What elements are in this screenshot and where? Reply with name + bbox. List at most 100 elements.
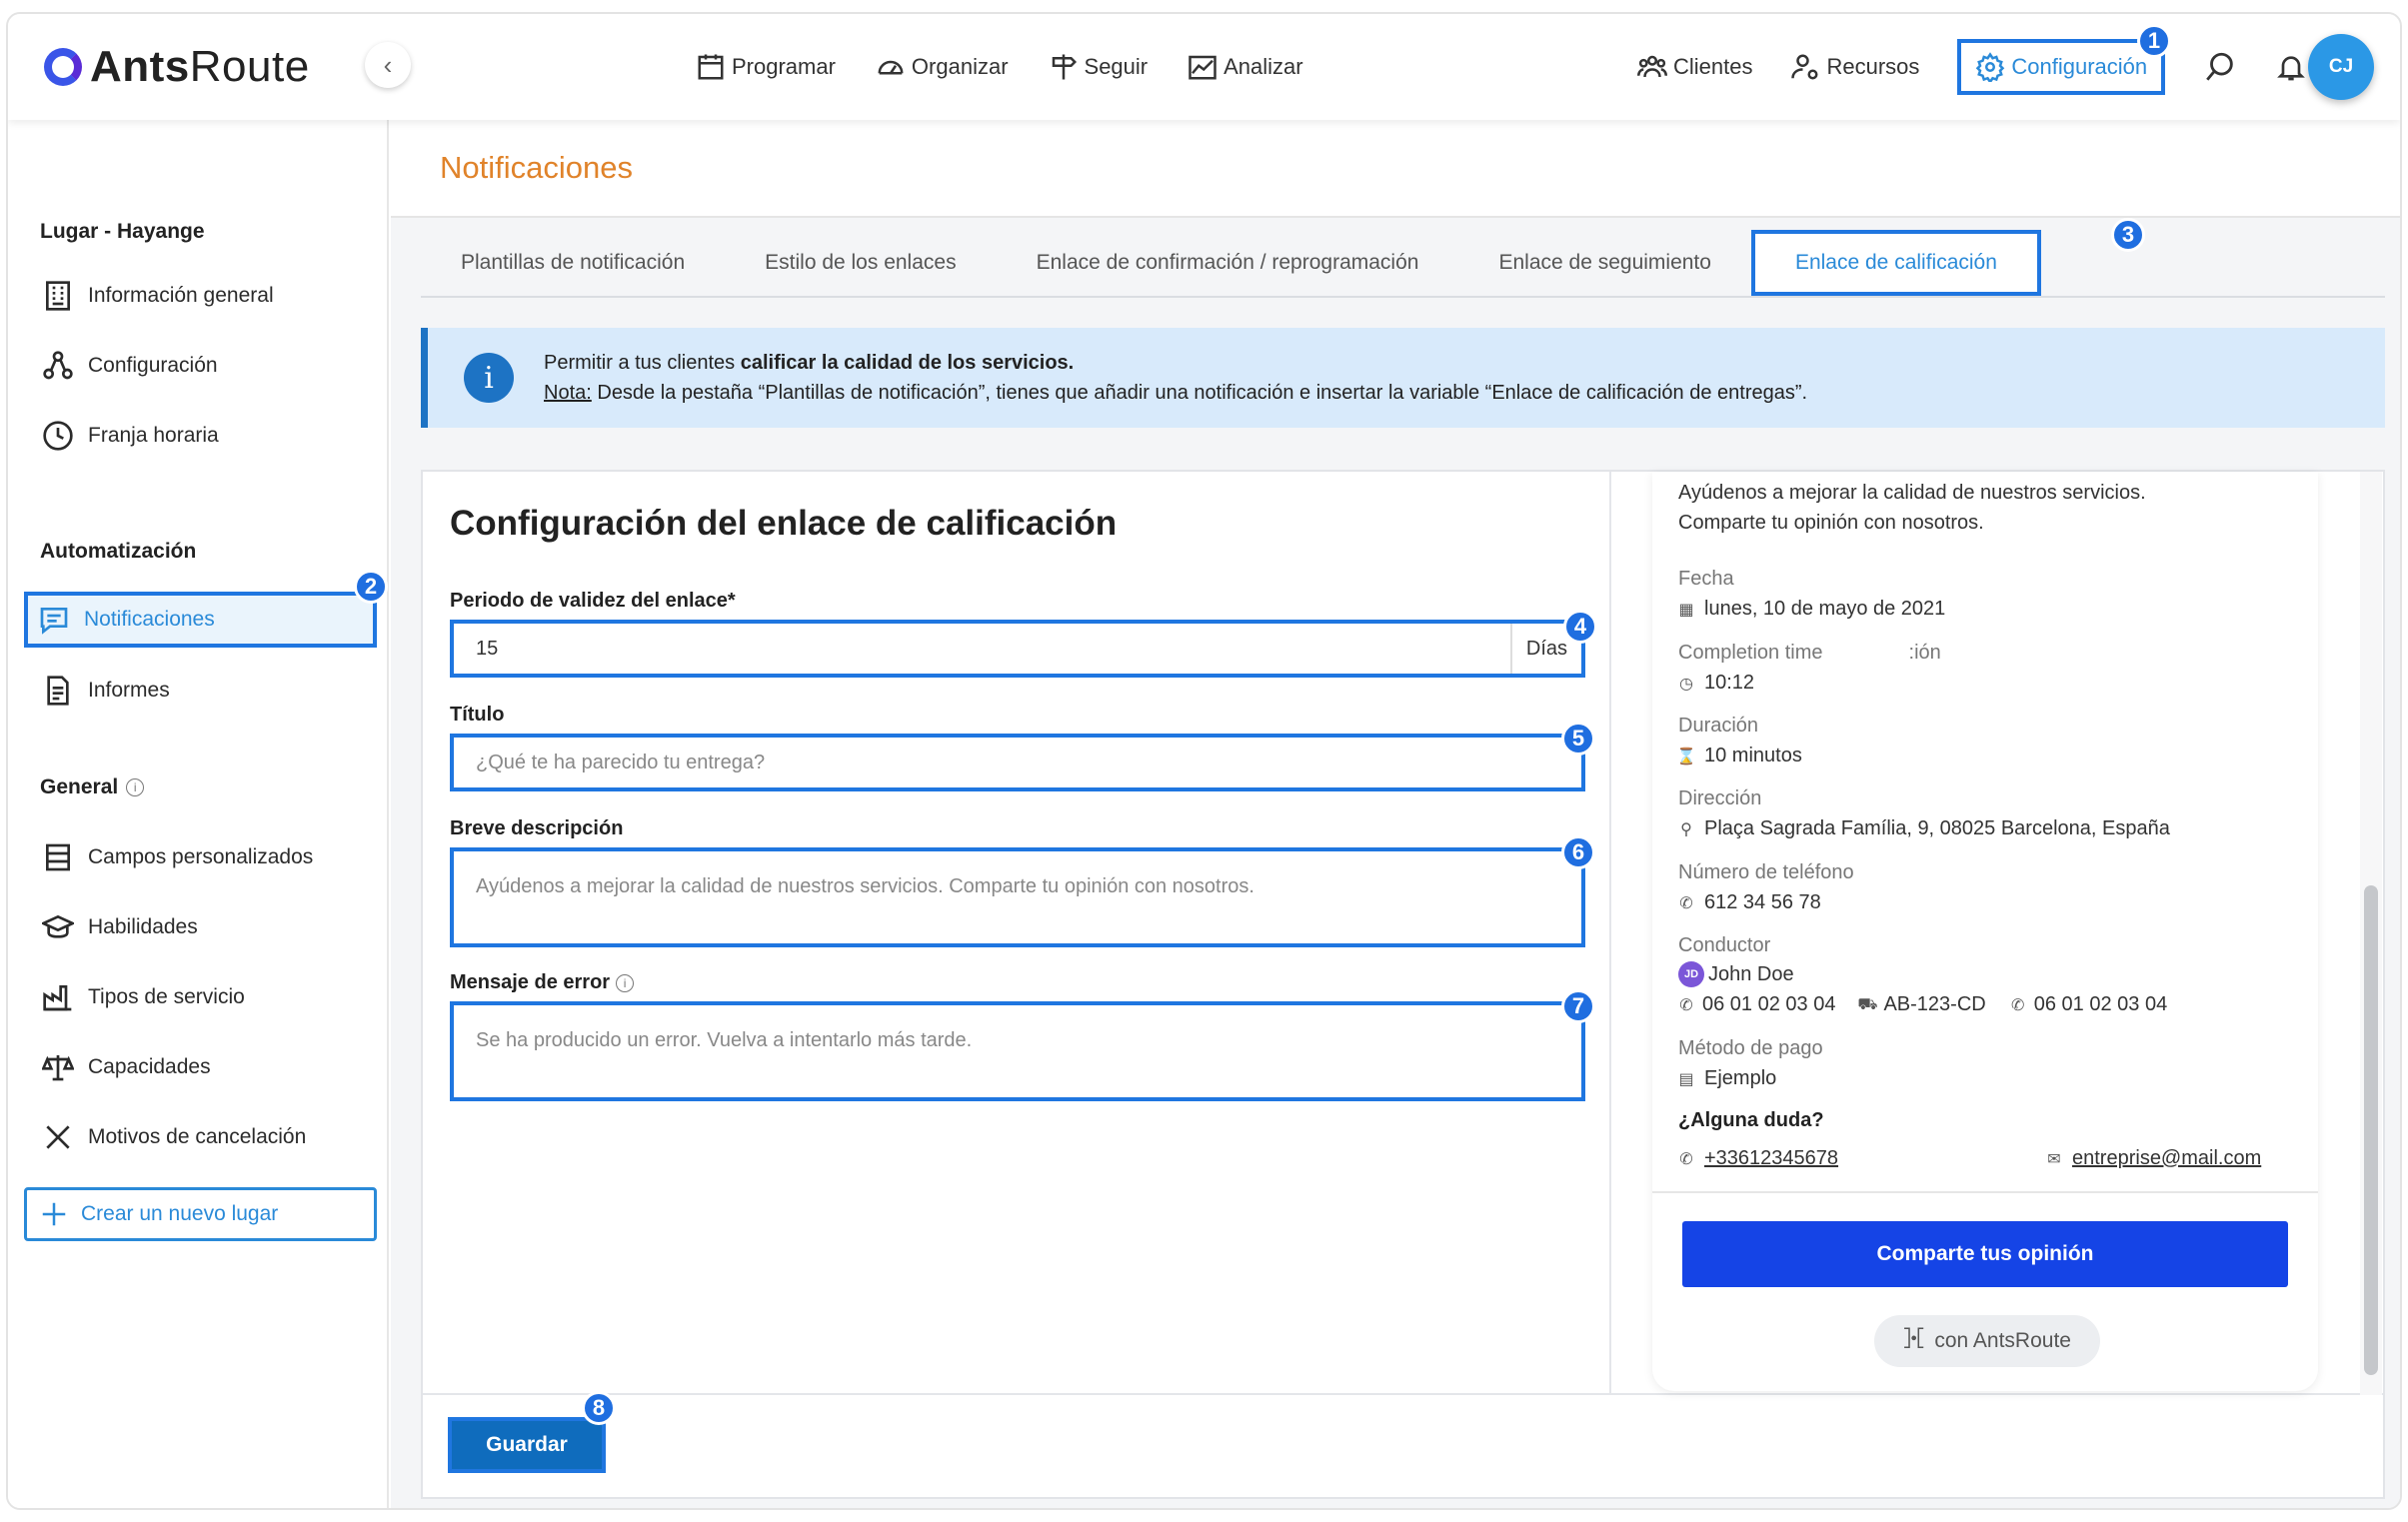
validity-input[interactable]: 15 Días — [450, 620, 1585, 678]
info-banner: i Permitir a tus clientes calificar la c… — [421, 328, 2385, 428]
error-placeholder: Se ha producido un error. Vuelva a inten… — [476, 1029, 973, 1051]
scale-icon — [42, 1055, 74, 1081]
tab-label: Enlace de confirmación / reprogramación — [1036, 251, 1419, 274]
tab-label: Plantillas de notificación — [461, 251, 686, 274]
preview-time: ◷ 10:12 — [1678, 672, 1754, 695]
tab-tracking-link[interactable]: Enlace de seguimiento — [1458, 230, 1750, 296]
bell-icon[interactable] — [2275, 51, 2307, 83]
description-textarea[interactable]: Ayúdenos a mejorar la calidad de nuestro… — [450, 847, 1585, 947]
preview-address-label: Dirección — [1678, 787, 1762, 809]
sidebar-item-custom-fields[interactable]: Campos personalizados — [38, 831, 368, 883]
clock-icon: ◷ — [1679, 675, 1693, 693]
preview-question: ¿Alguna duda? — [1678, 1109, 1824, 1132]
preview-phone-value: 612 34 56 78 — [1704, 891, 1821, 913]
calendar-icon: ▦ — [1678, 601, 1694, 619]
hourglass-icon: ⌛ — [1676, 748, 1696, 765]
info-icon[interactable]: i — [126, 778, 145, 796]
nav-organizar[interactable]: Organizar — [876, 52, 1009, 82]
preview-intro-2: Comparte tu opinión con nosotros. — [1678, 512, 1984, 534]
tab-notification-templates[interactable]: Plantillas de notificación — [421, 230, 725, 296]
sidebar-item-label: Configuración — [88, 354, 218, 377]
step-badge: 1 — [2137, 24, 2171, 58]
preview-scrollbar[interactable] — [2364, 885, 2378, 1375]
nav-recursos[interactable]: Recursos — [1790, 52, 1919, 82]
map-pin-icon: ⚲ — [1680, 820, 1692, 838]
validity-value: 15 — [476, 637, 499, 660]
sidebar-item-capacities[interactable]: Capacidades — [38, 1041, 368, 1093]
user-avatar[interactable]: CJ — [2308, 34, 2374, 100]
sidebar-item-general-info[interactable]: Información general — [38, 270, 368, 322]
nav-seguir[interactable]: Seguir — [1049, 52, 1148, 82]
sidebar-item-skills[interactable]: Habilidades — [38, 901, 368, 953]
signpost-icon — [1052, 54, 1077, 80]
chat-icon — [40, 608, 68, 635]
tab-label: Enlace de calificación — [1794, 251, 1997, 274]
powered-by-badge: ⯘ con AntsRoute — [1874, 1315, 2100, 1367]
preview-payment-label: Método de pago — [1678, 1037, 1823, 1059]
title-input[interactable]: ¿Qué te ha parecido tu entrega? — [450, 734, 1585, 791]
step-badge: 2 — [354, 570, 388, 604]
sidebar-item-cancel-reasons[interactable]: Motivos de cancelación — [38, 1111, 368, 1163]
secondary-nav: Clientes Recursos Configuración — [1637, 14, 2307, 120]
preview-contact-phone-value: +33612345678 — [1704, 1147, 1839, 1169]
search-icon[interactable] — [2203, 50, 2237, 84]
info-note-label: Nota: — [544, 382, 592, 404]
nav-clientes[interactable]: Clientes — [1637, 52, 1752, 82]
rating-page-preview: Ayúdenos a mejorar la calidad de nuestro… — [1652, 472, 2318, 1391]
driver-avatar: JD — [1678, 961, 1704, 987]
sidebar-item-label: Capacidades — [88, 1055, 211, 1078]
truck-icon: ⛟ — [1857, 995, 1878, 1013]
info-icon[interactable]: i — [616, 973, 635, 992]
preview-payment: ▤ Ejemplo — [1678, 1067, 1776, 1090]
preview-contact-email[interactable]: ✉ entreprise@mail.com — [2046, 1147, 2261, 1170]
phone-icon: ✆ — [1679, 894, 1693, 912]
nav-clientes-label: Clientes — [1673, 54, 1753, 79]
step-badge: 8 — [582, 1391, 616, 1425]
step-badge: 5 — [1561, 722, 1595, 756]
sidebar-section-general-label: General — [40, 775, 119, 798]
preview-driver-label: Conductor — [1678, 934, 1771, 956]
sidebar-section-place: Lugar - Hayange — [40, 220, 205, 243]
preview-driver-phone-2: 06 01 02 03 04 — [2033, 993, 2168, 1015]
preview-phone: ✆ 612 34 56 78 — [1678, 891, 1821, 914]
step-badge: 3 — [2111, 218, 2145, 252]
nav-configuracion[interactable]: Configuración — [1957, 39, 2166, 95]
error-message-textarea[interactable]: Se ha producido un error. Vuelva a inten… — [450, 1001, 1585, 1101]
share-opinion-button[interactable]: Comparte tus opinión — [1682, 1221, 2288, 1287]
gauge-icon — [878, 60, 904, 75]
sidebar-item-franja-horaria[interactable]: Franja horaria — [38, 410, 368, 462]
preview-question-text: ¿Alguna duda? — [1678, 1109, 1824, 1131]
error-label: Mensaje de error i — [450, 971, 635, 994]
sidebar-item-service-types[interactable]: Tipos de servicio — [38, 971, 368, 1023]
rows-icon — [46, 843, 70, 871]
create-new-place-button[interactable]: Crear un nuevo lugar — [24, 1187, 377, 1241]
tab-confirmation-link[interactable]: Enlace de confirmación / reprogramación — [997, 230, 1459, 296]
tab-rating-link[interactable]: Enlace de calificación — [1750, 230, 2041, 296]
info-circle-icon: i — [464, 353, 514, 403]
nav-analizar-label: Analizar — [1223, 54, 1303, 79]
preview-contact-email-value: entreprise@mail.com — [2072, 1147, 2262, 1169]
graduation-cap-icon — [42, 914, 74, 938]
tab-link-style[interactable]: Estilo de los enlaces — [725, 230, 996, 296]
step-badge: 7 — [1561, 989, 1595, 1023]
preview-driver-name: John Doe — [1708, 962, 1794, 985]
preview-duration-label: Duración — [1678, 715, 1759, 737]
save-button[interactable]: Guardar — [448, 1417, 606, 1473]
nav-programar[interactable]: Programar — [696, 52, 836, 82]
clock-icon — [43, 421, 73, 451]
sidebar-item-label: Motivos de cancelación — [88, 1125, 307, 1148]
sidebar-item-configuracion[interactable]: Configuración — [38, 340, 368, 392]
error-label-text: Mensaje de error — [450, 971, 611, 993]
info-note-text: Desde la pestaña “Plantillas de notifica… — [591, 382, 1808, 404]
preview-contact-phone[interactable]: ✆ +33612345678 — [1678, 1147, 1838, 1170]
collapse-sidebar-button[interactable]: ‹ — [365, 42, 411, 88]
sidebar-item-informes[interactable]: Informes — [38, 665, 368, 717]
nav-analizar[interactable]: Analizar — [1188, 52, 1303, 82]
sidebar-item-notificaciones[interactable]: Notificaciones — [24, 592, 377, 648]
preview-time-label-extra: :ión — [1908, 642, 1941, 664]
sidebar: Lugar - Hayange Información general Conf… — [8, 120, 389, 1508]
main-nav: Programar Organizar Seguir Analizar — [696, 14, 1303, 120]
antsroute-logo[interactable]: AntsRoute — [44, 42, 310, 92]
preview-duration: ⌛ 10 minutos — [1676, 745, 1802, 767]
sidebar-item-label: Tipos de servicio — [88, 985, 245, 1008]
